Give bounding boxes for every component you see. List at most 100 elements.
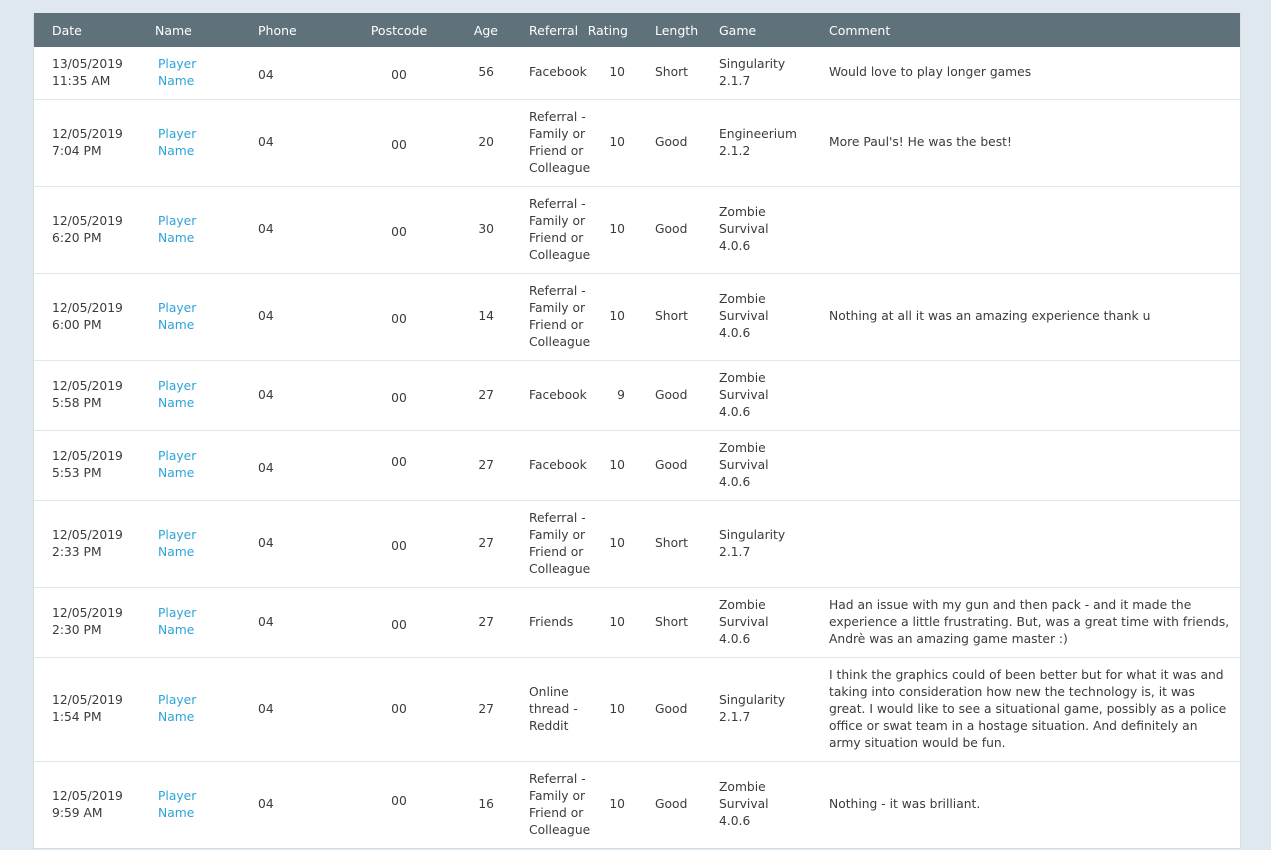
length-value: Good: [655, 135, 688, 149]
time-value: 6:20 PM: [52, 230, 102, 245]
column-header-referral[interactable]: Referral: [498, 13, 586, 47]
column-header-phone[interactable]: Phone: [254, 13, 354, 47]
cell-referral: Friends: [498, 586, 586, 657]
game-line: Zombie: [719, 597, 766, 612]
cell-comment: Nothing at all it was an amazing experie…: [822, 272, 1240, 360]
cell-phone: 04: [254, 499, 354, 587]
postcode-value: 00: [391, 794, 407, 809]
column-header-game[interactable]: Game: [712, 13, 822, 47]
referral-line: Family or: [529, 300, 586, 315]
player-name-first: Player: [158, 788, 197, 803]
cell-phone: 04: [254, 429, 354, 500]
player-name-link[interactable]: Player Name: [158, 448, 254, 482]
referral-line: Friend or: [529, 544, 584, 559]
cell-name: Player Name: [154, 656, 254, 761]
length-value: Short: [655, 65, 688, 80]
cell-referral: Referral - Family or Friend or Colleague: [498, 499, 591, 587]
cell-name: Player Name: [154, 272, 254, 360]
column-header-postcode[interactable]: Postcode: [354, 13, 444, 47]
table-row: 12/05/2019 5:53 PM Player Name 04 00 27 Faceboo…: [34, 429, 1240, 500]
table-row: 12/05/2019 2:30 PM Player Name 04 00 27 Friends…: [34, 586, 1240, 657]
cell-name: Player Name: [154, 429, 254, 500]
referral-line: Reddit: [529, 718, 569, 733]
length-value: Good: [655, 457, 688, 472]
player-name-link[interactable]: Player Name: [158, 605, 254, 639]
game-line: Zombie: [719, 205, 766, 219]
phone-value: 04: [258, 460, 274, 475]
date-value: 12/05/2019: [52, 693, 123, 707]
player-name-last: Name: [158, 710, 195, 724]
player-name-link[interactable]: Player Name: [158, 378, 254, 412]
date-value: 12/05/2019: [52, 213, 123, 228]
player-name-link[interactable]: Player Name: [158, 692, 254, 726]
cell-game: Singularity 2.1.7: [712, 499, 822, 587]
column-header-rating[interactable]: Rating: [586, 13, 633, 47]
time-value: 5:58 PM: [52, 396, 102, 410]
age-value: 30: [478, 222, 494, 236]
referral-line: Referral -: [529, 196, 586, 211]
length-value: Good: [655, 222, 688, 236]
cell-name: Player Name: [154, 359, 254, 430]
player-name-link[interactable]: Player Name: [158, 126, 254, 160]
cell-referral: Referral - Family or Friend or Colleague: [498, 272, 590, 360]
cell-date: 12/05/2019 9:59 AM: [34, 760, 154, 848]
phone-value: 04: [258, 614, 274, 629]
column-header-date[interactable]: Date: [34, 13, 154, 47]
phone-value: 04: [258, 701, 274, 716]
column-header-length[interactable]: Length: [633, 13, 712, 47]
cell-age: 30: [444, 185, 498, 273]
cell-referral: Facebook: [498, 47, 587, 99]
age-value: 56: [478, 65, 494, 80]
cell-length: Short: [633, 499, 712, 587]
column-header-name[interactable]: Name: [154, 13, 254, 47]
game-line: 4.0.6: [719, 814, 751, 829]
cell-phone: 04: [254, 586, 354, 657]
column-header-age[interactable]: Age: [444, 13, 498, 47]
cell-referral: Online thread - Reddit: [498, 656, 586, 761]
player-name-link[interactable]: Player Name: [158, 527, 254, 561]
cell-rating: 10: [586, 586, 633, 657]
game-line: Engineerium: [719, 126, 797, 141]
cell-postcode: 00: [354, 98, 444, 186]
player-name-link[interactable]: Player Name: [158, 213, 254, 247]
cell-date: 12/05/2019 6:00 PM: [34, 272, 154, 360]
cell-postcode: 00: [354, 499, 444, 587]
referral-line: Online: [529, 684, 569, 699]
cell-postcode: 00: [354, 586, 444, 657]
cell-date: 12/05/2019 2:33 PM: [34, 499, 154, 587]
cell-age: 56: [444, 47, 498, 99]
length-value: Short: [655, 614, 688, 629]
rating-value: 10: [609, 614, 625, 629]
referral-line: Friend or: [529, 805, 584, 820]
cell-date: 12/05/2019 5:58 PM: [34, 359, 154, 430]
cell-game: Zombie Survival 4.0.6: [712, 760, 822, 848]
cell-age: 14: [444, 272, 498, 360]
comment-text: Had an issue with my gun and then pack -…: [829, 597, 1230, 646]
rating-value: 10: [609, 797, 625, 812]
referral-line: Colleague: [529, 561, 591, 576]
cell-game: Zombie Survival 4.0.6: [712, 185, 822, 273]
referral-line: Referral -: [529, 283, 586, 298]
length-value: Good: [655, 387, 688, 402]
player-name-link[interactable]: Player Name: [158, 300, 254, 334]
player-name-last: Name: [158, 805, 195, 820]
referral-line: Friend or: [529, 230, 584, 245]
age-value: 27: [478, 614, 494, 629]
rating-value: 10: [609, 701, 625, 716]
cell-game: Zombie Survival 4.0.6: [712, 272, 822, 360]
player-name-link[interactable]: Player Name: [158, 56, 254, 90]
cell-phone: 04: [254, 760, 354, 848]
referral-line: Colleague: [529, 247, 591, 262]
referral-line: Referral -: [529, 510, 586, 525]
column-header-comment[interactable]: Comment: [822, 13, 1240, 47]
postcode-value: 00: [391, 138, 407, 152]
game-line: Survival: [719, 614, 769, 629]
game-line: Survival: [719, 309, 769, 323]
game-line: Zombie: [719, 370, 766, 385]
cell-rating: 10: [586, 760, 633, 848]
date-value: 12/05/2019: [52, 449, 123, 463]
cell-referral: Referral - Family or Friend or Colleague: [498, 98, 590, 186]
length-value: Good: [655, 701, 688, 716]
player-name-link[interactable]: Player Name: [158, 788, 254, 822]
cell-postcode: 00: [354, 272, 444, 360]
